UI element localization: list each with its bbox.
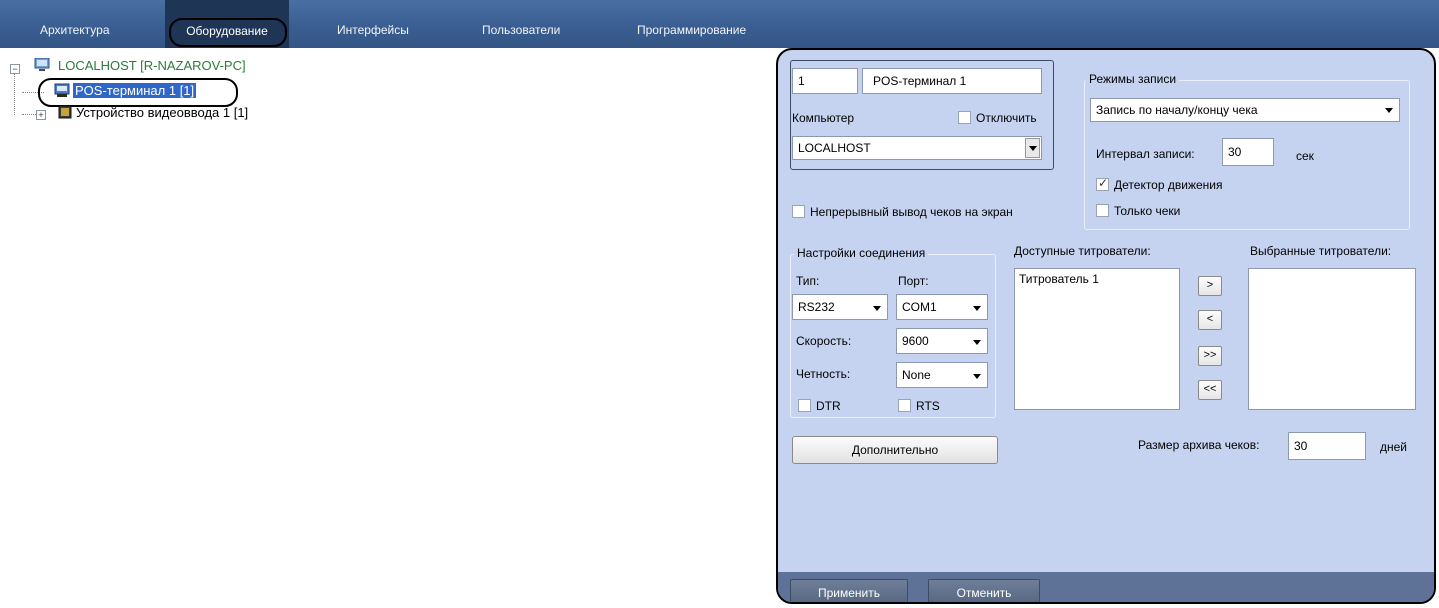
type-select[interactable]: RS232 (792, 294, 888, 320)
move-all-left-button[interactable]: << (1198, 380, 1222, 400)
computer-select[interactable]: LOCALHOST (792, 136, 1042, 160)
top-tab-bar: Архитектура Оборудование Интерфейсы Поль… (0, 0, 1439, 48)
recording-mode-value: Запись по началу/концу чека (1096, 103, 1258, 117)
move-all-right-button[interactable]: >> (1198, 346, 1222, 366)
computer-select-value: LOCALHOST (798, 141, 871, 155)
archive-size-unit: дней (1380, 440, 1408, 454)
dropdown-arrow-icon (973, 340, 981, 345)
parity-label: Четность: (796, 367, 851, 381)
dropdown-arrow-icon (973, 306, 981, 311)
tab-architecture[interactable]: Архитектура (40, 0, 110, 48)
collapse-icon[interactable]: − (10, 64, 20, 74)
receipts-only-checkbox[interactable] (1096, 204, 1109, 217)
continuous-output-checkbox[interactable] (792, 205, 805, 218)
name-field[interactable]: POS-терминал 1 (862, 68, 1042, 94)
port-select[interactable]: COM1 (896, 294, 988, 320)
move-left-button[interactable]: < (1198, 310, 1222, 330)
computer-label: Компьютер (792, 111, 855, 125)
rts-label: RTS (916, 399, 940, 413)
speed-select[interactable]: 9600 (896, 328, 988, 354)
interval-label: Интервал записи: (1096, 147, 1195, 161)
hardware-tree: − LOCALHOST [R-NAZAROV-PC] POS-терминал … (0, 52, 770, 608)
dropdown-arrow-icon[interactable] (1025, 138, 1040, 158)
move-right-button[interactable]: > (1198, 276, 1222, 296)
motion-detector-checkbox[interactable] (1096, 176, 1109, 191)
pos-terminal-icon (54, 83, 70, 97)
port-select-value: COM1 (902, 300, 937, 314)
receipts-only-label: Только чеки (1114, 204, 1181, 218)
tab-programming[interactable]: Программирование (637, 0, 746, 48)
selected-titrators-label: Выбранные титрователи: (1250, 244, 1392, 258)
tree-node-label: POS-терминал 1 [1] (73, 83, 197, 98)
type-select-value: RS232 (798, 300, 835, 314)
available-titrators-label: Доступные титрователи: (1014, 244, 1151, 258)
parity-select[interactable]: None (896, 362, 988, 388)
disable-label: Отключить (976, 111, 1037, 125)
list-item[interactable]: Титрователь 1 (1019, 272, 1175, 286)
cancel-button[interactable]: Отменить (928, 579, 1040, 602)
archive-size-input[interactable]: 30 (1288, 432, 1366, 460)
tab-users[interactable]: Пользователи (482, 0, 560, 48)
dropdown-arrow-icon (973, 374, 981, 379)
tab-equipment[interactable]: Оборудование (165, 0, 289, 48)
dropdown-arrow-icon (873, 306, 881, 311)
id-field[interactable]: 1 (792, 68, 858, 94)
dtr-checkbox[interactable] (798, 399, 811, 412)
selected-titrators-list[interactable] (1248, 268, 1416, 410)
speed-select-value: 9600 (902, 334, 929, 348)
motion-detector-label: Детектор движения (1114, 178, 1223, 192)
interval-unit: сек (1296, 149, 1314, 163)
interval-input[interactable]: 30 (1222, 138, 1274, 166)
dtr-label: DTR (816, 399, 841, 413)
tree-node-label: LOCALHOST [R-NAZAROV-PC] (58, 58, 246, 73)
advanced-button[interactable]: Дополнительно (792, 436, 998, 464)
dropdown-arrow-icon (1385, 108, 1393, 113)
disable-checkbox[interactable] (958, 111, 971, 124)
parity-select-value: None (902, 368, 931, 382)
connection-settings-title: Настройки соединения (794, 246, 929, 260)
computer-icon (34, 58, 50, 71)
video-capture-icon (58, 105, 72, 119)
rts-checkbox[interactable] (898, 399, 911, 412)
apply-button[interactable]: Применить (790, 579, 908, 602)
recording-mode-select[interactable]: Запись по началу/концу чека (1090, 98, 1400, 122)
speed-label: Скорость: (796, 334, 852, 348)
bottom-button-bar: Применить Отменить (778, 572, 1434, 602)
recording-modes-title: Режимы записи (1086, 72, 1180, 86)
tree-node-label: Устройство видеоввода 1 [1] (76, 105, 249, 120)
continuous-output-label: Непрерывный вывод чеков на экран (810, 205, 1013, 219)
port-label: Порт: (898, 274, 929, 288)
archive-size-label: Размер архива чеков: (1138, 438, 1260, 452)
expand-icon[interactable]: + (36, 110, 46, 120)
settings-panel: 1 POS-терминал 1 Компьютер Отключить LOC… (776, 48, 1436, 604)
available-titrators-list[interactable]: Титрователь 1 (1014, 268, 1180, 410)
type-label: Тип: (796, 274, 820, 288)
tab-interfaces[interactable]: Интерфейсы (337, 0, 409, 48)
